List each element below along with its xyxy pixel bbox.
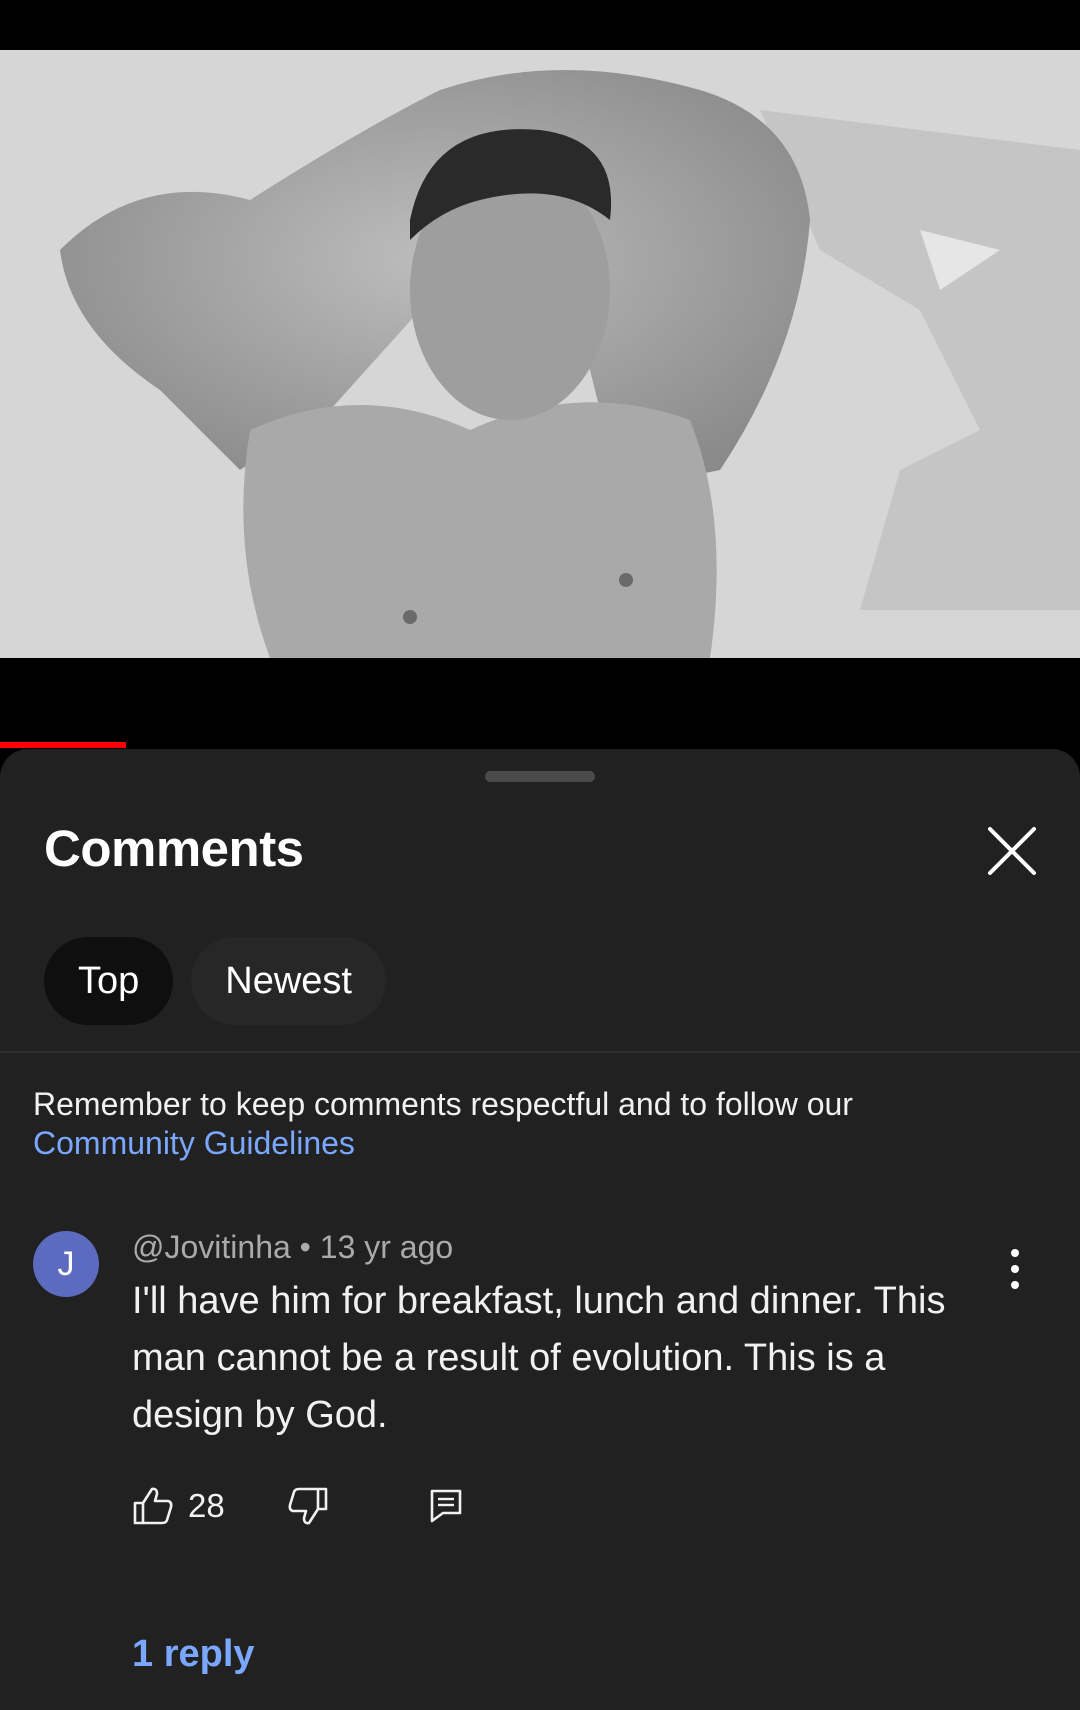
comment-meta: @Jovitinha • 13 yr ago [132,1229,453,1266]
guidelines-notice: Remember to keep comments respectful and… [33,1085,1043,1163]
divider [0,1051,1080,1053]
avatar[interactable]: J [33,1231,99,1297]
comment-time: 13 yr ago [319,1229,454,1265]
like-count: 28 [188,1487,225,1524]
drag-handle[interactable] [485,771,595,782]
reply-comment-icon [430,1489,462,1523]
thumbs-up-icon [133,1487,173,1525]
video-still [0,50,1080,658]
dislike-button[interactable] [287,1486,329,1526]
like-button[interactable]: 28 [132,1486,225,1526]
comment-text: I'll have him for breakfast, lunch and d… [132,1280,946,1436]
comments-title: Comments [44,820,304,877]
replies-toggle[interactable]: 1 reply [132,1633,255,1676]
video-player[interactable] [0,0,1080,750]
guidelines-notice-text: Remember to keep comments respectful and… [33,1086,853,1122]
close-icon[interactable] [982,821,1042,881]
thumbs-down-icon [288,1487,328,1525]
video-frame-image[interactable] [0,50,1080,658]
comments-sheet: Comments Top Newest Remember to keep com… [0,749,1080,1710]
comment-author[interactable]: @Jovitinha [132,1229,291,1265]
video-progress-fill [0,742,127,748]
sort-chips: Top Newest [44,937,386,1025]
comment-actions: 28 [132,1481,463,1531]
reply-button[interactable] [429,1488,463,1524]
meta-separator: • [299,1229,311,1265]
chip-top[interactable]: Top [44,937,174,1025]
video-progress-bar[interactable] [0,742,1080,748]
more-vertical-icon[interactable] [1000,1247,1030,1291]
chip-newest[interactable]: Newest [191,937,386,1025]
community-guidelines-link[interactable]: Community Guidelines [33,1124,1043,1163]
